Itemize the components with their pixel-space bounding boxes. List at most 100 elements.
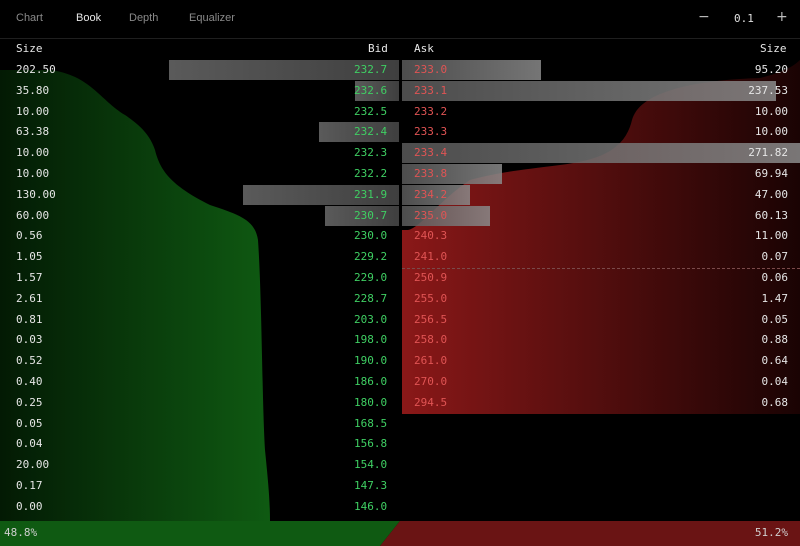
bid-row[interactable]: 0.56 230.0 (0, 226, 400, 246)
ask-row[interactable]: 235.0 60.13 (402, 205, 800, 226)
bid-size: 0.17 (16, 479, 43, 492)
bid-price: 147.3 (354, 479, 388, 492)
bid-row[interactable]: 0.00 146.0 (0, 497, 400, 517)
ask-price: 250.9 (414, 271, 448, 284)
bid-price: 190.0 (354, 354, 388, 368)
ask-size: 237.53 (748, 83, 788, 97)
ask-size: 10.00 (754, 104, 788, 118)
bid-row[interactable]: 2.61 228.7 (0, 289, 400, 309)
ask-row[interactable]: 240.3 11.00 (402, 226, 800, 246)
ask-size: 47.00 (754, 187, 788, 201)
bid-size: 0.04 (16, 437, 43, 451)
ask-row[interactable]: 233.1 237.53 (402, 80, 800, 101)
ask-price: 270.0 (414, 375, 448, 388)
bid-row[interactable]: 0.25 180.0 (0, 393, 400, 413)
bid-price: 232.5 (354, 104, 388, 118)
ask-price: 233.1 (414, 83, 448, 97)
ask-size: 0.06 (761, 271, 789, 284)
bid-size: 0.40 (16, 375, 43, 388)
bid-size: 202.50 (16, 63, 56, 76)
tab-depth[interactable]: Depth (129, 12, 158, 24)
bid-row[interactable]: 1.05 229.2 (0, 247, 400, 267)
ask-share-label: 51.2% (754, 526, 788, 539)
bid-row[interactable]: 63.38 232.4 (0, 122, 400, 143)
footer-balance: 48.8% 51.2% (0, 521, 800, 546)
ask-size: 95.20 (754, 63, 788, 76)
ask-price: 258.0 (414, 333, 448, 347)
bid-size: 35.80 (16, 83, 50, 97)
bid-size: 10.00 (16, 146, 50, 160)
bid-price-header: Bid (368, 42, 388, 55)
ask-row[interactable]: 294.5 0.68 (402, 393, 800, 413)
bid-row[interactable]: 0.81 203.0 (0, 310, 400, 330)
ask-size: 69.94 (754, 167, 788, 180)
bid-price: 232.2 (354, 167, 388, 180)
bid-price: 229.2 (354, 250, 388, 264)
ask-row[interactable]: 258.0 0.88 (402, 330, 800, 350)
bid-row[interactable]: 10.00 232.3 (0, 143, 400, 163)
bid-size: 0.25 (16, 395, 43, 409)
ask-price-header: Ask (414, 42, 434, 55)
bid-price: 232.6 (354, 83, 388, 97)
bid-price: 156.8 (354, 437, 388, 451)
ask-price: 233.0 (414, 63, 448, 76)
bid-row[interactable]: 60.00 230.7 (0, 205, 400, 226)
ask-size: 0.68 (761, 395, 789, 409)
ask-row[interactable]: 233.8 69.94 (402, 164, 800, 184)
bid-row[interactable]: 10.00 232.5 (0, 102, 400, 122)
bid-row[interactable]: 202.50 232.7 (0, 60, 400, 80)
zoom-out-button[interactable]: − (698, 9, 710, 25)
bid-row[interactable]: 0.05 168.5 (0, 414, 400, 434)
balance-bar (0, 521, 800, 546)
tab-equalizer[interactable]: Equalizer (189, 12, 235, 24)
bid-size: 0.56 (16, 229, 43, 243)
ask-row[interactable]: 261.0 0.64 (402, 351, 800, 371)
bid-row[interactable]: 0.17 147.3 (0, 476, 400, 496)
bid-price: 232.3 (354, 146, 388, 160)
tab-chart[interactable]: Chart (16, 12, 43, 24)
bid-row[interactable]: 0.40 186.0 (0, 372, 400, 392)
ask-row[interactable]: 233.3 10.00 (402, 122, 800, 142)
ask-price: 241.0 (414, 250, 448, 264)
bid-size: 0.05 (16, 416, 43, 430)
ask-row[interactable]: 256.5 0.05 (402, 310, 800, 330)
ask-row[interactable]: 270.0 0.04 (402, 372, 800, 392)
bid-price: 168.5 (354, 416, 388, 430)
spread-divider (402, 268, 800, 269)
bid-row[interactable]: 1.57 229.0 (0, 268, 400, 288)
tab-book[interactable]: Book (76, 12, 101, 24)
bid-price: 229.0 (354, 271, 388, 284)
bid-price: 154.0 (354, 458, 388, 472)
bid-size: 20.00 (16, 458, 50, 472)
ask-price: 261.0 (414, 354, 448, 368)
ask-row[interactable]: 234.2 47.00 (402, 184, 800, 205)
bid-row[interactable]: 0.04 156.8 (0, 434, 400, 454)
ask-row[interactable]: 241.0 0.07 (402, 247, 800, 267)
ask-price: 240.3 (414, 229, 448, 243)
bid-row[interactable]: 130.00 231.9 (0, 184, 400, 205)
bid-price: 186.0 (354, 375, 388, 388)
bid-size: 60.00 (16, 208, 50, 222)
bid-row[interactable]: 20.00 154.0 (0, 455, 400, 475)
bid-row[interactable]: 0.03 198.0 (0, 330, 400, 350)
ask-row[interactable]: 233.2 10.00 (402, 102, 800, 122)
bid-row[interactable]: 10.00 232.2 (0, 164, 400, 184)
ask-price: 233.8 (414, 167, 448, 180)
ask-volume-bar (402, 143, 800, 164)
ask-row[interactable]: 233.4 271.82 (402, 143, 800, 164)
bid-row[interactable]: 35.80 232.6 (0, 80, 400, 101)
ask-row[interactable]: 250.9 0.06 (402, 268, 800, 288)
bid-size: 2.61 (16, 291, 43, 305)
ask-size: 60.13 (754, 208, 788, 222)
ask-size: 0.05 (761, 312, 789, 326)
bid-row[interactable]: 0.52 190.0 (0, 351, 400, 371)
zoom-value: 0.1 (734, 12, 754, 25)
zoom-in-button[interactable]: + (776, 9, 788, 25)
bid-size: 10.00 (16, 167, 50, 180)
ask-size: 10.00 (754, 125, 788, 139)
ask-price: 233.4 (414, 146, 448, 160)
bid-price: 230.7 (354, 208, 388, 222)
ask-row[interactable]: 255.0 1.47 (402, 289, 800, 309)
ask-price: 294.5 (414, 395, 448, 409)
ask-row[interactable]: 233.0 95.20 (402, 60, 800, 80)
